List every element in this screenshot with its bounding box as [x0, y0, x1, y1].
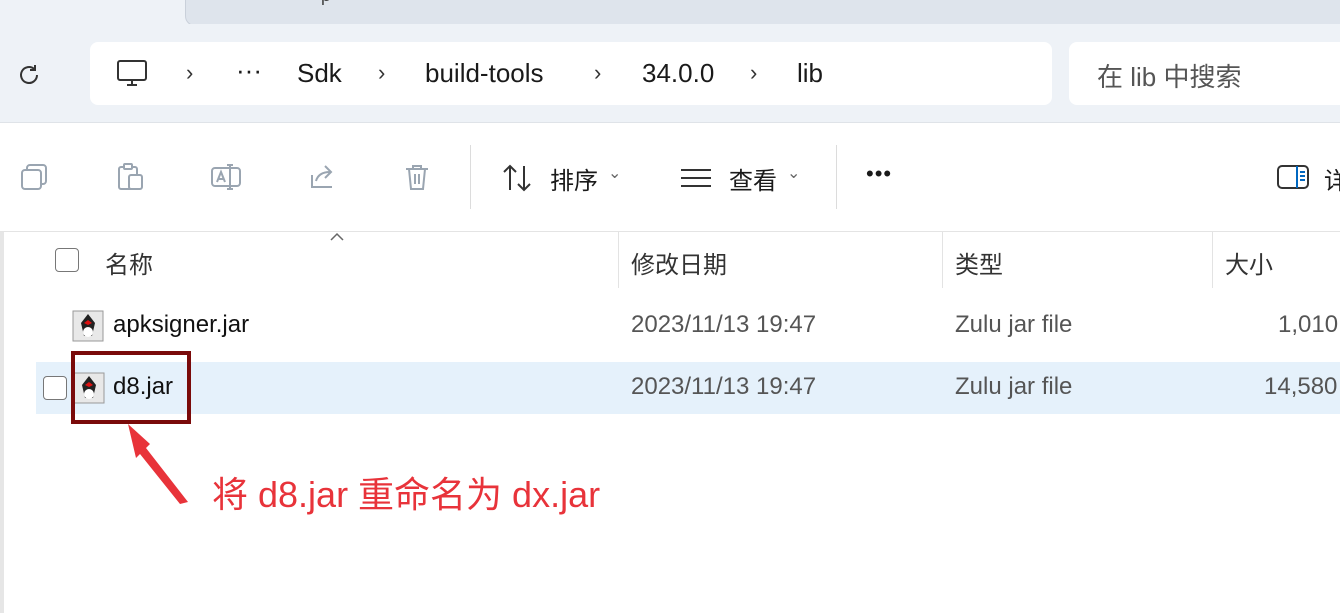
delete-button[interactable] [399, 159, 435, 195]
trash-icon [406, 165, 428, 190]
file-size: 1,010 [1278, 311, 1339, 338]
breadcrumb-sdk[interactable]: Sdk [297, 57, 342, 89]
column-size[interactable]: 大小 [1225, 245, 1273, 280]
file-type: Zulu jar file [955, 311, 1073, 338]
chevron-right-icon[interactable]: › [750, 58, 757, 88]
copy-button[interactable] [16, 159, 52, 195]
view-button[interactable]: 查看 ⌄ [679, 153, 809, 203]
chevron-right-icon[interactable]: › [594, 58, 601, 88]
column-type[interactable]: 类型 [955, 245, 1003, 280]
sort-icon [503, 164, 531, 192]
column-header: 名称 修改日期 类型 大小 [0, 232, 1340, 288]
row-checkbox[interactable] [43, 376, 67, 400]
active-tab[interactable]: ρ [185, 0, 1340, 26]
breadcrumb-overflow[interactable]: ··· [236, 54, 262, 86]
paste-button[interactable] [112, 159, 148, 195]
tab-strip: ρ [0, 0, 1340, 26]
navigation-bar: › ··· Sdk › build-tools › 34.0.0 › lib 在… [0, 24, 1340, 123]
refresh-icon [20, 65, 38, 84]
window-left-edge [0, 232, 4, 613]
view-label: 查看 [729, 168, 777, 195]
file-name[interactable]: apksigner.jar [113, 311, 249, 339]
highlight-box [71, 351, 191, 424]
chevron-down-icon: ⌄ [608, 165, 622, 182]
breadcrumb-build-tools[interactable]: build-tools [425, 57, 544, 89]
computer-icon[interactable] [116, 57, 148, 94]
file-modified: 2023/11/13 19:47 [631, 373, 817, 400]
view-list-icon [681, 169, 711, 187]
copy-icon [21, 164, 47, 190]
column-divider[interactable] [1212, 232, 1213, 288]
sort-label: 排序 [550, 168, 598, 195]
annotation-arrow-icon [128, 424, 188, 504]
file-row[interactable]: apksigner.jar 2023/11/13 19:47 Zulu jar … [36, 300, 1340, 352]
column-divider[interactable] [618, 232, 619, 288]
sort-button[interactable]: 排序 ⌄ [500, 153, 630, 203]
file-row-selected[interactable]: d8.jar 2023/11/13 19:47 Zulu jar file 14… [36, 362, 1340, 414]
search-input[interactable]: 在 lib 中搜索 [1069, 42, 1340, 105]
chevron-right-icon[interactable]: › [378, 58, 385, 88]
details-label: 详 [1324, 168, 1340, 195]
tab-glyph: ρ [321, 0, 331, 6]
command-bar: 排序 ⌄ 查看 ⌄ ••• 详 [0, 123, 1340, 232]
toolbar-divider [836, 145, 837, 209]
annotation-text: 将 d8.jar 重命名为 dx.jar [212, 474, 601, 515]
file-size: 14,580 [1264, 373, 1338, 400]
share-icon [311, 165, 333, 188]
column-modified[interactable]: 修改日期 [631, 245, 727, 280]
search-placeholder: 在 lib 中搜索 [1097, 62, 1242, 92]
rename-icon [211, 164, 241, 190]
sort-ascending-icon [330, 232, 344, 241]
paste-icon [118, 163, 143, 190]
file-modified: 2023/11/13 19:47 [631, 311, 817, 338]
details-pane-button[interactable]: 详 [1276, 157, 1340, 197]
java-jar-icon [72, 310, 104, 342]
share-button[interactable] [304, 159, 340, 195]
breadcrumb-lib[interactable]: lib [797, 57, 823, 89]
refresh-button[interactable] [12, 58, 46, 92]
select-all-checkbox[interactable] [55, 248, 79, 272]
more-options-button[interactable]: ••• [866, 161, 892, 187]
chevron-down-icon: ⌄ [787, 165, 801, 182]
breadcrumb-34-0-0[interactable]: 34.0.0 [642, 57, 714, 89]
details-pane-icon [1277, 165, 1309, 189]
file-type: Zulu jar file [955, 373, 1073, 400]
toolbar-divider [470, 145, 471, 209]
column-name[interactable]: 名称 [105, 245, 153, 280]
rename-button[interactable] [208, 159, 244, 195]
column-divider[interactable] [942, 232, 943, 288]
chevron-right-icon[interactable]: › [186, 58, 193, 88]
address-bar[interactable]: › ··· Sdk › build-tools › 34.0.0 › lib [90, 42, 1052, 105]
